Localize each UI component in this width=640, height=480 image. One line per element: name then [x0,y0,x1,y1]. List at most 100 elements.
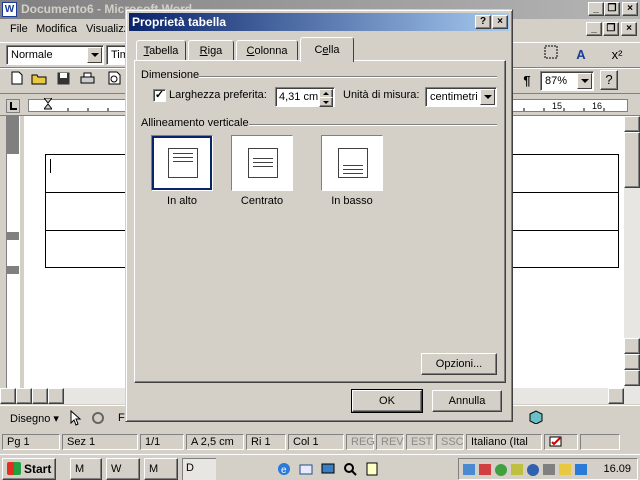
zoom-combo[interactable]: 87% [540,71,594,91]
cell-tab-panel: Dimensione ✓ Larghezza preferita: 4,31 c… [134,60,506,383]
options-button[interactable]: Opzioni... [421,353,497,375]
style-combo[interactable]: Normale [6,45,104,65]
tab-tabella[interactable]: Tabella [136,40,186,61]
print-icon[interactable] [76,70,98,92]
clock: 16.09 [603,463,631,475]
dialog-titlebar[interactable]: Proprietà tabella ? × [129,13,509,31]
svg-text:16: 16 [592,101,602,111]
tab-cella[interactable]: Cella [300,37,354,62]
doc-close-button[interactable]: × [621,22,637,36]
ie-icon[interactable]: e [276,461,292,477]
taskbar-button-1[interactable]: M [70,458,102,480]
doc-restore-button[interactable]: ❐ [603,22,619,36]
preferred-width-label: Larghezza preferita: [169,89,267,101]
word-icon: W [2,2,17,17]
minimize-button[interactable]: _ [588,2,604,16]
dimension-group-title: Dimensione [141,69,200,81]
scroll-up-button[interactable] [624,116,640,132]
taskbar-button-2[interactable]: W [106,458,140,480]
align-top-icon [168,148,198,178]
dialog-close-button[interactable]: × [492,15,508,29]
unit-label: Unità di misura: [343,89,420,101]
taskbar-button-active[interactable]: D [182,458,216,480]
align-bottom-option[interactable] [321,135,383,191]
maximize-button[interactable]: ❐ [604,2,620,16]
system-tray: 16.09 [458,458,638,480]
normal-view-button[interactable] [0,388,16,404]
preferred-width-field[interactable]: 4,31 cm [275,87,335,107]
dialog-title: Proprietà tabella [132,15,227,29]
select-pointer-icon[interactable] [70,409,86,426]
spin-down-icon[interactable] [319,97,333,107]
menu-modifica[interactable]: Modifica [36,23,77,35]
status-pages: 1/1 [140,434,184,450]
draw-menu[interactable]: Disegno ▾ [10,412,59,425]
status-rec[interactable]: REG [346,434,375,450]
web-view-button[interactable] [16,388,32,404]
preferred-width-checkbox[interactable]: ✓ [153,89,166,102]
ok-button[interactable]: OK [351,389,423,413]
superscript-icon[interactable]: x² [606,44,628,66]
font-color-icon[interactable]: A [570,44,592,66]
new-document-icon[interactable] [6,70,28,92]
align-center-icon [248,148,278,178]
autoshapes-menu[interactable]: F [118,412,125,424]
border-icon[interactable] [540,44,562,66]
spelling-status-icon[interactable] [544,434,578,450]
cancel-button[interactable]: Annulla [432,390,502,412]
outline-view-button[interactable] [48,388,64,404]
pilcrow-icon[interactable]: ¶ [516,70,538,92]
tab-stop-icon[interactable] [6,99,20,113]
text-cursor [50,159,51,173]
align-bottom-icon [338,148,368,178]
taskbar-button-3[interactable]: M [144,458,178,480]
status-ovr[interactable]: SSC [436,434,464,450]
notepad-icon[interactable] [364,461,380,477]
open-folder-icon[interactable] [28,70,50,92]
help-icon[interactable]: ? [600,70,618,90]
vertical-alignment-title: Allineamento verticale [141,117,249,129]
unit-select[interactable]: centimetri [425,87,497,107]
preferred-width-value: 4,31 cm [279,91,319,103]
next-page-button[interactable] [624,370,640,386]
indent-marker-icon[interactable] [42,97,54,114]
3d-icon[interactable] [528,410,546,426]
scroll-down-button[interactable] [624,338,640,354]
layout-view-button[interactable] [32,388,48,404]
search-icon[interactable] [342,461,358,477]
prev-page-button[interactable] [624,354,640,370]
chevron-down-icon[interactable] [577,73,592,89]
status-page: Pg 1 [2,434,60,450]
desktop-icon[interactable] [320,461,336,477]
status-language[interactable]: Italiano (Ital [466,434,542,450]
dialog-help-button[interactable]: ? [475,15,491,29]
group-divider [199,76,497,78]
align-center-label: Centrato [240,195,284,207]
scroll-right-button[interactable] [608,388,624,404]
tab-riga[interactable]: Riga [188,40,234,61]
align-bottom-label: In basso [331,195,373,207]
status-rev[interactable]: REV [376,434,404,450]
menu-file[interactable]: File [10,23,28,35]
status-ext[interactable]: EST [406,434,434,450]
unit-value: centimetri [430,91,478,103]
vertical-ruler[interactable] [0,116,24,388]
vertical-scrollbar[interactable] [624,116,640,388]
chevron-down-icon[interactable] [480,89,495,105]
align-center-option[interactable] [231,135,293,191]
table-properties-dialog: Proprietà tabella ? × Tabella Riga Colon… [125,9,513,422]
chevron-down-icon[interactable] [87,47,102,63]
save-icon[interactable] [52,70,74,92]
status-bar: Pg 1 Sez 1 1/1 A 2,5 cm Ri 1 Col 1 REG R… [0,432,640,452]
scroll-thumb[interactable] [624,132,640,188]
windows-logo-icon [7,462,21,475]
start-button[interactable]: Start [2,458,56,480]
align-top-option[interactable] [151,135,213,191]
tab-colonna[interactable]: Colonna [236,40,298,61]
outlook-icon[interactable] [298,461,314,477]
taskbar: Start M W M D e 16.09 [0,454,640,480]
print-preview-icon[interactable] [104,70,126,92]
doc-minimize-button[interactable]: _ [586,22,602,36]
rotate-icon[interactable] [90,410,106,426]
close-button[interactable]: × [622,2,638,16]
